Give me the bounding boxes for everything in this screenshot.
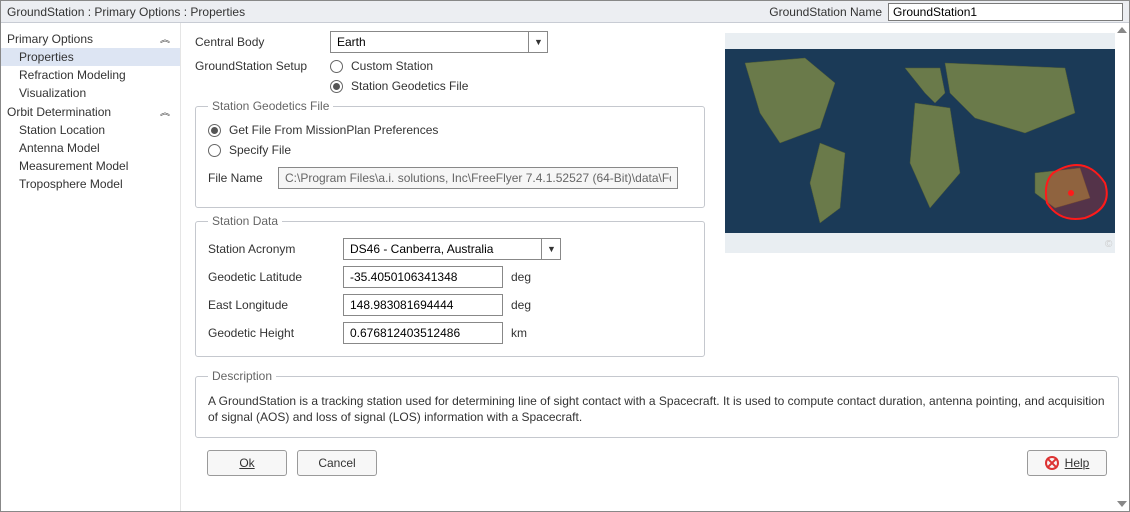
cancel-button[interactable]: Cancel — [297, 450, 377, 476]
titlebar: GroundStation : Primary Options : Proper… — [1, 1, 1129, 23]
main-panel: Central Body ▼ GroundStation Setup Custo… — [181, 23, 1129, 511]
station-geodetics-file-group: Station Geodetics File Get File From Mis… — [195, 99, 705, 208]
sidebar-item-properties[interactable]: Properties — [1, 48, 180, 66]
radio-icon — [330, 80, 343, 93]
fieldset-legend: Station Geodetics File — [208, 99, 333, 113]
station-acronym-value[interactable] — [343, 238, 561, 260]
radio-label: Get File From MissionPlan Preferences — [229, 123, 438, 137]
unit-label: km — [511, 326, 527, 340]
radio-icon — [208, 144, 221, 157]
central-body-select[interactable]: ▼ — [330, 31, 548, 53]
scroll-up-icon — [1117, 27, 1127, 33]
chevron-up-icon: ︽ — [160, 106, 170, 118]
ground-station-name-input[interactable] — [888, 3, 1123, 21]
geodetic-height-input[interactable] — [343, 322, 503, 344]
radio-label: Specify File — [229, 143, 291, 157]
geodetics-radio-prefs[interactable]: Get File From MissionPlan Preferences — [208, 123, 692, 137]
sidebar-item-measurement-model[interactable]: Measurement Model — [1, 157, 180, 175]
ok-button[interactable]: Ok — [207, 450, 287, 476]
fieldset-legend: Description — [208, 369, 276, 383]
sidebar-item-antenna-model[interactable]: Antenna Model — [1, 139, 180, 157]
radio-label: Custom Station — [351, 59, 433, 73]
geodetics-radio-specify-file[interactable]: Specify File — [208, 143, 692, 157]
central-body-label: Central Body — [195, 35, 330, 49]
help-icon — [1045, 456, 1059, 470]
fieldset-legend: Station Data — [208, 214, 282, 228]
east-longitude-input[interactable] — [343, 294, 503, 316]
station-acronym-label: Station Acronym — [208, 242, 343, 256]
setup-label: GroundStation Setup — [195, 59, 330, 73]
scrollbar[interactable] — [1115, 27, 1127, 507]
setup-radio-station-geodetics-file[interactable]: Station Geodetics File — [330, 79, 468, 93]
unit-label: deg — [511, 298, 531, 312]
sidebar-group-label: Primary Options — [7, 32, 93, 46]
setup-radio-custom-station[interactable]: Custom Station — [330, 59, 468, 73]
sidebar-group-primary-options[interactable]: Primary Options ︽ — [1, 29, 180, 48]
sidebar-item-visualization[interactable]: Visualization — [1, 84, 180, 102]
sidebar: Primary Options ︽ Properties Refraction … — [1, 23, 181, 511]
geodetic-latitude-label: Geodetic Latitude — [208, 270, 343, 284]
sidebar-item-refraction-modeling[interactable]: Refraction Modeling — [1, 66, 180, 84]
description-text: A GroundStation is a tracking station us… — [208, 393, 1106, 425]
radio-icon — [330, 60, 343, 73]
radio-label: Station Geodetics File — [351, 79, 468, 93]
file-name-input[interactable] — [278, 167, 678, 189]
dialog-footer: Ok Cancel Help — [195, 444, 1119, 482]
station-acronym-select[interactable]: ▼ — [343, 238, 561, 260]
central-body-value[interactable] — [330, 31, 548, 53]
unit-label: deg — [511, 270, 531, 284]
svg-text:©: © — [1105, 239, 1113, 250]
chevron-up-icon: ︽ — [160, 33, 170, 45]
sidebar-group-label: Orbit Determination — [7, 105, 111, 119]
sidebar-item-station-location[interactable]: Station Location — [1, 121, 180, 139]
sidebar-group-orbit-determination[interactable]: Orbit Determination ︽ — [1, 102, 180, 121]
geodetic-height-label: Geodetic Height — [208, 326, 343, 340]
description-group: Description A GroundStation is a trackin… — [195, 369, 1119, 438]
help-button[interactable]: Help — [1027, 450, 1107, 476]
world-map-preview: © — [725, 33, 1115, 253]
name-field-label: GroundStation Name — [769, 5, 882, 19]
file-name-label: File Name — [208, 171, 278, 185]
breadcrumb: GroundStation : Primary Options : Proper… — [7, 5, 769, 19]
sidebar-item-troposphere-model[interactable]: Troposphere Model — [1, 175, 180, 193]
radio-icon — [208, 124, 221, 137]
east-longitude-label: East Longitude — [208, 298, 343, 312]
station-data-group: Station Data Station Acronym ▼ Geodetic … — [195, 214, 705, 357]
geodetic-latitude-input[interactable] — [343, 266, 503, 288]
scroll-down-icon — [1117, 501, 1127, 507]
